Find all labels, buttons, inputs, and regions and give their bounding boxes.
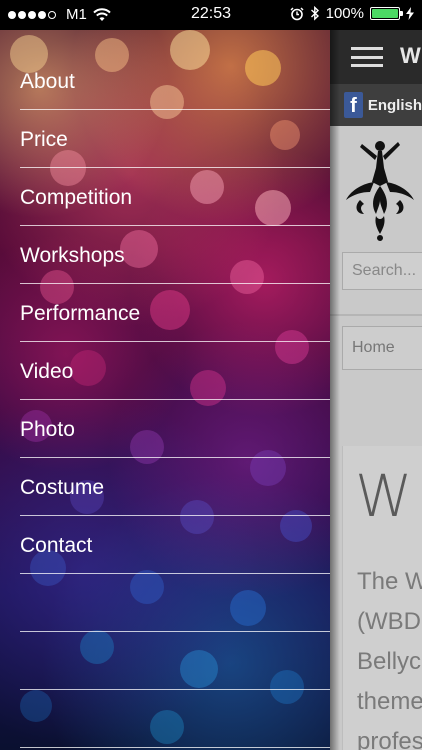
menu-item-photo[interactable]: Photo <box>20 400 330 458</box>
language-link[interactable]: English <box>368 97 422 114</box>
charging-bolt-icon <box>406 7 414 20</box>
menu-item-video[interactable]: Video <box>20 342 330 400</box>
menu-item-performance[interactable]: Performance <box>20 284 330 342</box>
side-menu: About Price Competition Workshops Perfor… <box>0 30 330 750</box>
status-right: 100% <box>290 5 414 22</box>
menu-item-empty <box>20 632 330 690</box>
menu-item-empty <box>20 690 330 748</box>
menu-item-workshops[interactable]: Workshops <box>20 226 330 284</box>
content-card: W The W (WBD Bellyc theme profes <box>342 446 422 750</box>
content-heading: W <box>355 462 413 530</box>
menu-list: About Price Competition Workshops Perfor… <box>20 52 330 748</box>
background-page: W f English Search... Home W The W (WBD … <box>330 30 422 750</box>
alarm-icon <box>290 6 304 20</box>
language-bar: f English <box>330 84 422 126</box>
battery-percentage: 100% <box>325 5 364 22</box>
divider <box>330 314 422 316</box>
content-line: profes <box>357 728 422 750</box>
menu-item-empty <box>20 574 330 632</box>
status-bar: M1 22:53 100% <box>0 0 422 30</box>
menu-item-about[interactable]: About <box>20 52 330 110</box>
app-screen: M1 22:53 100% About Price Competition Wo… <box>0 0 422 750</box>
content-text: The W (WBD Bellyc theme profes <box>357 562 422 750</box>
battery-icon <box>370 7 403 20</box>
menu-item-competition[interactable]: Competition <box>20 168 330 226</box>
menu-item-price[interactable]: Price <box>20 110 330 168</box>
content-line: (WBD <box>357 608 421 635</box>
menu-item-costume[interactable]: Costume <box>20 458 330 516</box>
breadcrumb-home[interactable]: Home <box>342 326 422 370</box>
page-top-bar: W <box>330 30 422 84</box>
menu-edge-shadow <box>330 30 340 750</box>
site-title: W <box>400 43 421 68</box>
bluetooth-icon <box>310 6 319 21</box>
facebook-icon[interactable]: f <box>344 92 363 118</box>
search-input[interactable]: Search... <box>342 252 422 290</box>
dancer-logo-icon <box>346 141 414 241</box>
hamburger-icon[interactable] <box>351 47 383 67</box>
content-line: theme <box>357 688 422 715</box>
content-line: The W <box>357 568 422 595</box>
content-line: Bellyc <box>357 648 422 675</box>
menu-item-contact[interactable]: Contact <box>20 516 330 574</box>
battery-level <box>372 9 398 18</box>
